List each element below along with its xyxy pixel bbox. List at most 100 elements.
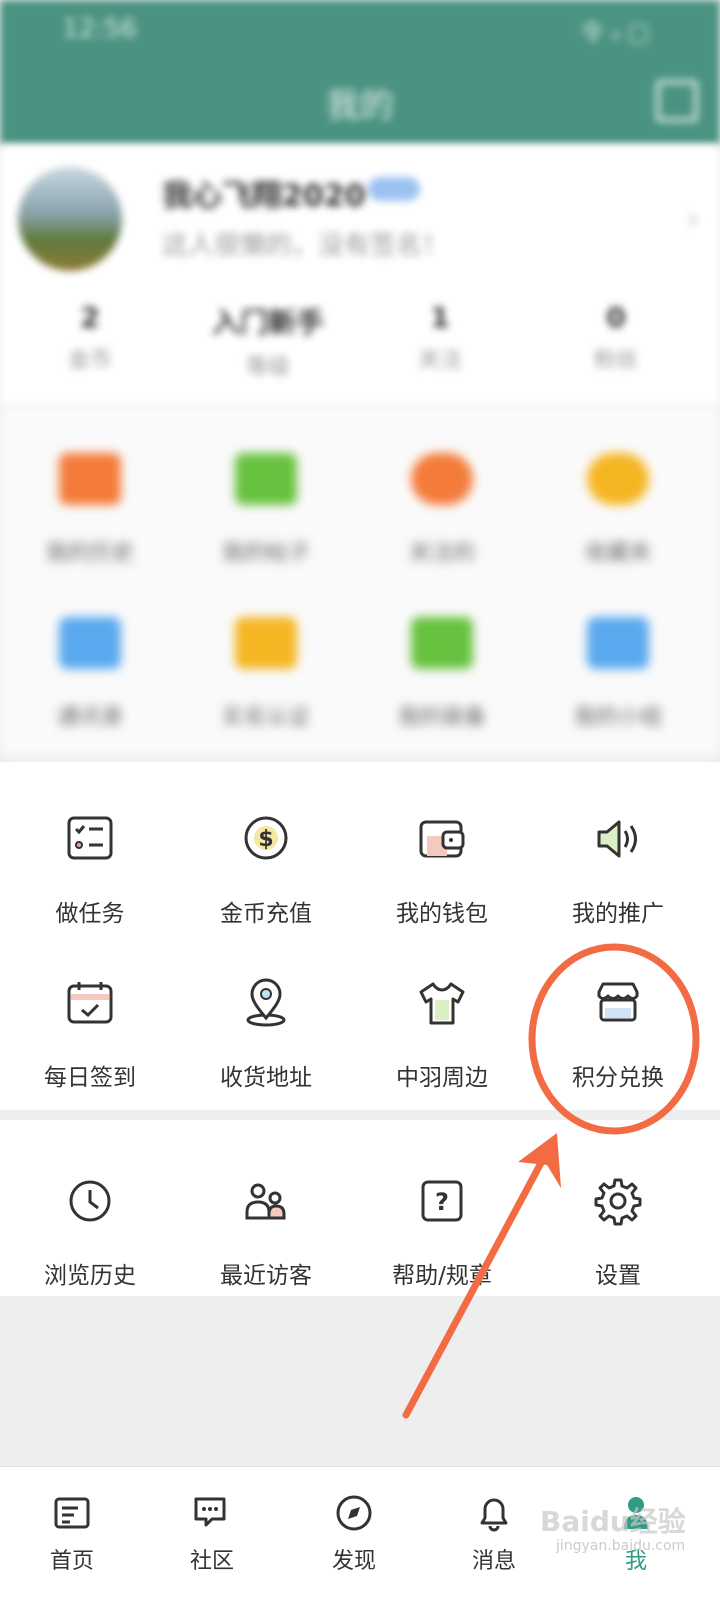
tool-help[interactable]: ? 帮助/规章 xyxy=(352,1174,532,1290)
service-label: 收货地址 xyxy=(220,1065,312,1091)
tshirt-icon xyxy=(419,982,465,1025)
watermark-url: jingyan.baidu.com xyxy=(556,1538,686,1554)
stat-fans[interactable]: 0 粉丝 xyxy=(526,301,706,374)
star-icon xyxy=(587,453,649,505)
page-title: 我的 xyxy=(326,86,394,126)
service-label: 金币充值 xyxy=(220,901,312,927)
gear-icon xyxy=(594,1178,642,1226)
service-points-exchange[interactable]: 积分兑换 xyxy=(528,976,708,1092)
tool-label: 最近访客 xyxy=(220,1263,312,1289)
stat-label: 金币 xyxy=(67,348,112,373)
tool-visitors[interactable]: 最近访客 xyxy=(176,1174,356,1290)
stat-level[interactable]: 入门新手 等级 xyxy=(178,301,358,381)
nav-home[interactable]: 首页 xyxy=(0,1493,144,1575)
feature-label: 我的装备 xyxy=(397,705,486,730)
feature-favorites[interactable]: 收藏夹 xyxy=(528,453,708,567)
stat-value: 0 xyxy=(606,301,626,334)
nav-label: 首页 xyxy=(49,1549,94,1574)
service-task[interactable]: 做任务 xyxy=(0,812,180,928)
feature-label: 我的小组 xyxy=(573,705,662,730)
stat-label: 关注 xyxy=(417,348,462,373)
compass-icon xyxy=(336,1495,372,1531)
svg-text:$: $ xyxy=(258,827,273,852)
community-icon xyxy=(194,1497,226,1527)
task-list-icon xyxy=(67,816,113,860)
feature-history[interactable]: 我的历史 xyxy=(0,453,180,567)
service-merch[interactable]: 中羽周边 xyxy=(352,976,532,1092)
nav-label: 消息 xyxy=(471,1549,516,1574)
stat-label: 粉丝 xyxy=(593,348,638,373)
location-pin-icon xyxy=(246,978,286,1027)
feature-label: 我的帖子 xyxy=(221,541,310,566)
feature-verify[interactable]: 实名认证 xyxy=(176,617,356,731)
status-time: 12:56 xyxy=(62,14,137,44)
feature-label: 实名认证 xyxy=(221,705,310,730)
service-label: 中羽周边 xyxy=(396,1065,488,1091)
services-section: 做任务 $ 金币充值 我的钱包 我的推广 每日签到 收货地址 中羽周边 积分兑换 xyxy=(0,762,720,1110)
feature-icon xyxy=(411,617,473,669)
tool-settings[interactable]: 设置 xyxy=(528,1174,708,1290)
stat-value: 2 xyxy=(80,301,100,334)
feature-groups[interactable]: 我的小组 xyxy=(528,617,708,731)
username: 我心飞翔2020 xyxy=(162,179,366,214)
avatar[interactable] xyxy=(18,167,122,271)
feature-following[interactable]: 关注的 xyxy=(352,453,532,567)
nav-discover[interactable]: 发现 xyxy=(282,1493,426,1575)
stat-coins[interactable]: 2 金币 xyxy=(0,301,180,374)
feature-contacts[interactable]: 通讯录 xyxy=(0,617,180,731)
bell-icon xyxy=(480,1498,508,1532)
speaker-icon xyxy=(597,820,637,858)
feature-icon xyxy=(587,617,649,669)
feature-icon xyxy=(235,617,297,669)
service-promotion[interactable]: 我的推广 xyxy=(528,812,708,928)
feature-label: 我的历史 xyxy=(45,541,134,566)
home-icon xyxy=(54,1497,90,1529)
users-icon xyxy=(245,1183,286,1220)
service-wallet[interactable]: 我的钱包 xyxy=(352,812,532,928)
blurred-feature-grid: 我的历史 我的帖子 关注的 收藏夹 通讯录 实名认证 我的装备 我的小组 xyxy=(0,405,720,755)
level-badge xyxy=(368,177,420,201)
stat-value: 1 xyxy=(430,301,450,334)
service-label: 做任务 xyxy=(55,901,125,927)
tools-section: 浏览历史 最近访客 ? 帮助/规章 设置 xyxy=(0,1120,720,1296)
nav-label: 社区 xyxy=(189,1549,234,1574)
service-recharge[interactable]: $ 金币充值 xyxy=(176,812,356,928)
wallet-icon xyxy=(419,820,465,858)
service-address[interactable]: 收货地址 xyxy=(176,976,356,1092)
service-label: 每日签到 xyxy=(44,1065,136,1091)
svg-text:?: ? xyxy=(435,1188,449,1216)
feature-gear[interactable]: 我的装备 xyxy=(352,617,532,731)
service-checkin[interactable]: 每日签到 xyxy=(0,976,180,1092)
feature-icon xyxy=(59,617,121,669)
scan-icon[interactable] xyxy=(656,80,698,122)
heart-icon xyxy=(411,453,473,505)
status-icons: 令 ᵢₗ ▢ xyxy=(579,18,650,46)
user-bio: 这人很懒的，没有签名！ xyxy=(162,231,449,261)
service-label: 我的推广 xyxy=(572,901,664,927)
stat-following[interactable]: 1 关注 xyxy=(350,301,530,374)
feature-label: 通讯录 xyxy=(56,705,123,730)
feature-icon xyxy=(235,453,297,505)
tool-label: 浏览历史 xyxy=(44,1263,136,1289)
nav-community[interactable]: 社区 xyxy=(140,1493,284,1575)
tool-label: 设置 xyxy=(595,1263,641,1289)
watermark-logo: Baidu经验 xyxy=(540,1505,686,1538)
help-icon: ? xyxy=(421,1180,463,1222)
app-header: 12:56 令 ᵢₗ ▢ 我的 xyxy=(0,0,720,145)
feature-icon xyxy=(59,453,121,505)
nav-label: 发现 xyxy=(331,1549,376,1574)
calendar-check-icon xyxy=(67,982,113,1024)
feature-posts[interactable]: 我的帖子 xyxy=(176,453,356,567)
service-label: 我的钱包 xyxy=(396,901,488,927)
stat-value: 入门新手 xyxy=(211,306,324,339)
tool-label: 帮助/规章 xyxy=(392,1263,492,1289)
profile-card[interactable]: 我心飞翔2020 这人很懒的，没有签名！ › 2 金币 入门新手 等级 1 关注… xyxy=(0,145,720,405)
store-icon xyxy=(597,982,639,1022)
clock-icon xyxy=(69,1180,111,1222)
service-label: 积分兑换 xyxy=(572,1065,664,1091)
feature-label: 收藏夹 xyxy=(584,541,651,566)
tool-history[interactable]: 浏览历史 xyxy=(0,1174,180,1290)
coin-icon: $ xyxy=(244,816,288,860)
chevron-right-icon: › xyxy=(686,199,700,239)
stat-label: 等级 xyxy=(245,355,290,380)
